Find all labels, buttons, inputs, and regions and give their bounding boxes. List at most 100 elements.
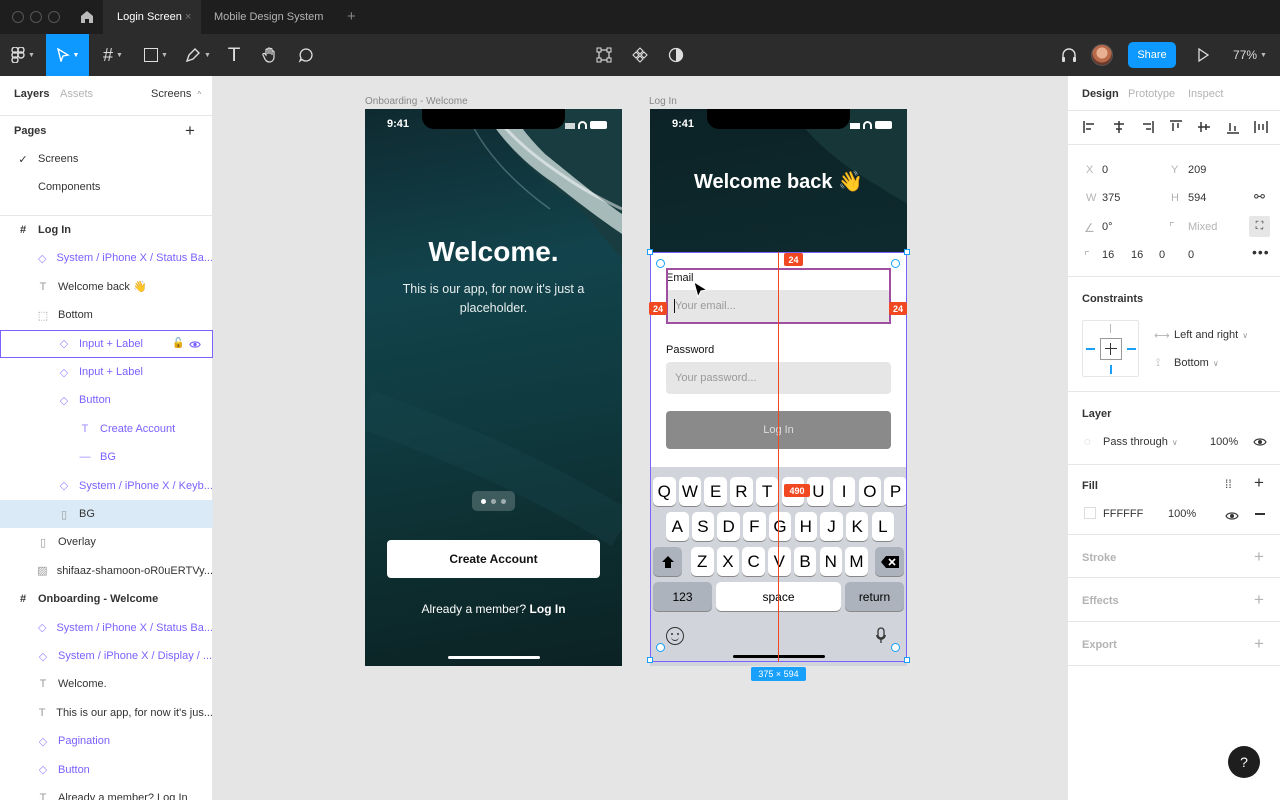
independent-corners-icon[interactable]: ⛶ (1249, 216, 1270, 237)
layer-item[interactable]: ▯ Overlay (0, 528, 213, 556)
create-account-button[interactable]: Create Account (387, 540, 600, 578)
corner-radius-handle[interactable] (656, 643, 665, 652)
tab-inspect[interactable]: Inspect (1188, 88, 1223, 100)
align-vertical-center-icon[interactable] (1196, 119, 1212, 140)
constrain-proportions-icon[interactable]: ⚯ (1254, 189, 1265, 205)
layer-item[interactable]: T Welcome. (0, 670, 213, 698)
tab-layers[interactable]: Layers (14, 88, 49, 100)
maximize-window-button[interactable] (48, 11, 60, 23)
keyboard-key[interactable]: V (768, 547, 791, 576)
keyboard-key[interactable]: A (666, 512, 689, 541)
tab-prototype[interactable]: Prototype (1128, 88, 1175, 100)
layer-item[interactable]: # Log In (0, 216, 213, 244)
present-button[interactable] (1194, 34, 1212, 76)
resize-handle[interactable] (647, 657, 653, 663)
unlock-icon[interactable]: 🔓 (172, 338, 184, 349)
edit-object-button[interactable] (593, 34, 615, 76)
layer-item[interactable]: ◇ Input + Label 🔓 (0, 329, 213, 358)
eye-icon[interactable] (1253, 434, 1267, 452)
layer-item[interactable]: ◇ Input + Label (0, 358, 213, 386)
styles-grid-icon[interactable]: ⁞⁞ (1225, 477, 1232, 491)
microphone-icon[interactable] (876, 627, 886, 645)
canvas[interactable]: Onboarding - Welcome 9:41 Welcome. This … (214, 76, 1067, 800)
layer-item[interactable]: ◇ System / iPhone X / Display / ... (0, 642, 213, 670)
page-item-screens[interactable]: ✓ Screens (0, 145, 213, 173)
layer-item[interactable]: ⬚ Bottom (0, 301, 213, 329)
audio-button[interactable] (1058, 34, 1080, 76)
keyboard-key[interactable]: T (755, 477, 779, 506)
tab-design[interactable]: Design (1082, 88, 1119, 100)
numbers-key[interactable]: 123 (653, 582, 712, 611)
return-key[interactable]: return (845, 582, 904, 611)
keyboard-key[interactable]: Q (653, 477, 676, 506)
rotation-field[interactable]: 0° (1102, 221, 1113, 233)
close-tab-icon[interactable]: × (185, 0, 191, 34)
distribute-icon[interactable] (1253, 119, 1269, 140)
keyboard-key[interactable]: N (819, 547, 842, 576)
create-component-button[interactable] (629, 34, 651, 76)
keyboard-key[interactable]: B (793, 547, 817, 576)
fill-hex-field[interactable]: FFFFFF (1103, 508, 1143, 520)
layer-item[interactable]: # Onboarding - Welcome (0, 585, 213, 613)
add-page-icon[interactable]: + (185, 121, 195, 141)
avatar[interactable] (1091, 44, 1113, 66)
blend-mode-select[interactable]: Pass through ∨ (1103, 436, 1178, 448)
keyboard-key[interactable]: J (820, 512, 843, 541)
layer-item[interactable]: ◇ Button (0, 756, 213, 784)
keyboard-key[interactable]: P (884, 477, 907, 506)
layer-item[interactable]: ◇ System / iPhone X / Status Ba... (0, 614, 213, 642)
resize-handle[interactable] (647, 249, 653, 255)
add-tab-icon[interactable]: + (347, 8, 356, 25)
page-item-components[interactable]: Components (0, 173, 213, 201)
align-bottom-icon[interactable] (1225, 119, 1241, 140)
frame-label-onboarding[interactable]: Onboarding - Welcome (365, 96, 468, 107)
keyboard-key[interactable]: K (845, 512, 869, 541)
corner-radius-handle[interactable] (891, 259, 900, 268)
remove-fill-icon[interactable] (1255, 513, 1265, 515)
layer-item[interactable]: ▨ shifaaz-shamoon-oR0uERTVy... (0, 557, 213, 585)
keyboard-key[interactable]: D (717, 512, 740, 541)
add-stroke-icon[interactable]: + (1254, 547, 1264, 567)
horizontal-constraint-select[interactable]: Left and right ∨ (1174, 329, 1248, 341)
align-horizontal-center-icon[interactable] (1111, 119, 1127, 140)
more-options-icon[interactable]: ••• (1252, 244, 1270, 260)
corner-radius-handle[interactable] (891, 643, 900, 652)
minimize-window-button[interactable] (30, 11, 42, 23)
keyboard-key[interactable]: U (807, 477, 830, 506)
layer-item[interactable]: T Create Account (0, 415, 213, 443)
layer-item[interactable]: ▯ BG (0, 500, 213, 528)
tab-mobile-design-system[interactable]: Mobile Design System (200, 0, 335, 34)
shift-key[interactable] (653, 547, 682, 576)
add-fill-icon[interactable]: + (1254, 473, 1264, 493)
vertical-constraint-select[interactable]: Bottom ∨ (1174, 357, 1219, 369)
fill-swatch[interactable] (1084, 507, 1096, 519)
eye-icon[interactable] (189, 340, 201, 352)
pen-tool-button[interactable]: ▼ (180, 34, 216, 76)
keyboard-key[interactable]: W (678, 477, 702, 506)
hand-tool-button[interactable] (256, 34, 284, 76)
x-field[interactable]: 0 (1102, 164, 1108, 176)
layer-item[interactable]: ◇ System / iPhone X / Status Ba... (0, 244, 213, 272)
frame-tool-button[interactable]: # ▼ (95, 34, 131, 76)
keyboard-key[interactable]: Z (691, 547, 714, 576)
pagination[interactable] (472, 491, 515, 511)
corner-radius-field[interactable]: Mixed (1188, 221, 1217, 233)
emoji-icon[interactable] (666, 627, 684, 645)
login-link[interactable]: Log In (530, 602, 566, 616)
onboarding-frame[interactable]: 9:41 Welcome. This is our app, for now i… (365, 109, 622, 666)
tab-assets[interactable]: Assets (60, 88, 93, 100)
height-field[interactable]: 594 (1188, 192, 1206, 204)
add-effect-icon[interactable]: + (1254, 590, 1264, 610)
keyboard-key[interactable]: F (743, 512, 766, 541)
keyboard-key[interactable]: R (730, 477, 753, 506)
resize-handle[interactable] (904, 249, 910, 255)
tab-login-screen[interactable]: Login Screen × (103, 0, 201, 34)
corner-top-right[interactable]: 16 (1131, 249, 1143, 261)
mask-button[interactable] (665, 34, 687, 76)
text-tool-button[interactable]: T (222, 34, 246, 76)
shape-tool-button[interactable]: ▼ (138, 34, 174, 76)
keyboard-key[interactable]: I (832, 477, 856, 506)
resize-handle[interactable] (904, 657, 910, 663)
zoom-menu[interactable]: 77% ▼ (1228, 34, 1272, 76)
layer-item[interactable]: T Already a member? Log In (0, 784, 213, 800)
